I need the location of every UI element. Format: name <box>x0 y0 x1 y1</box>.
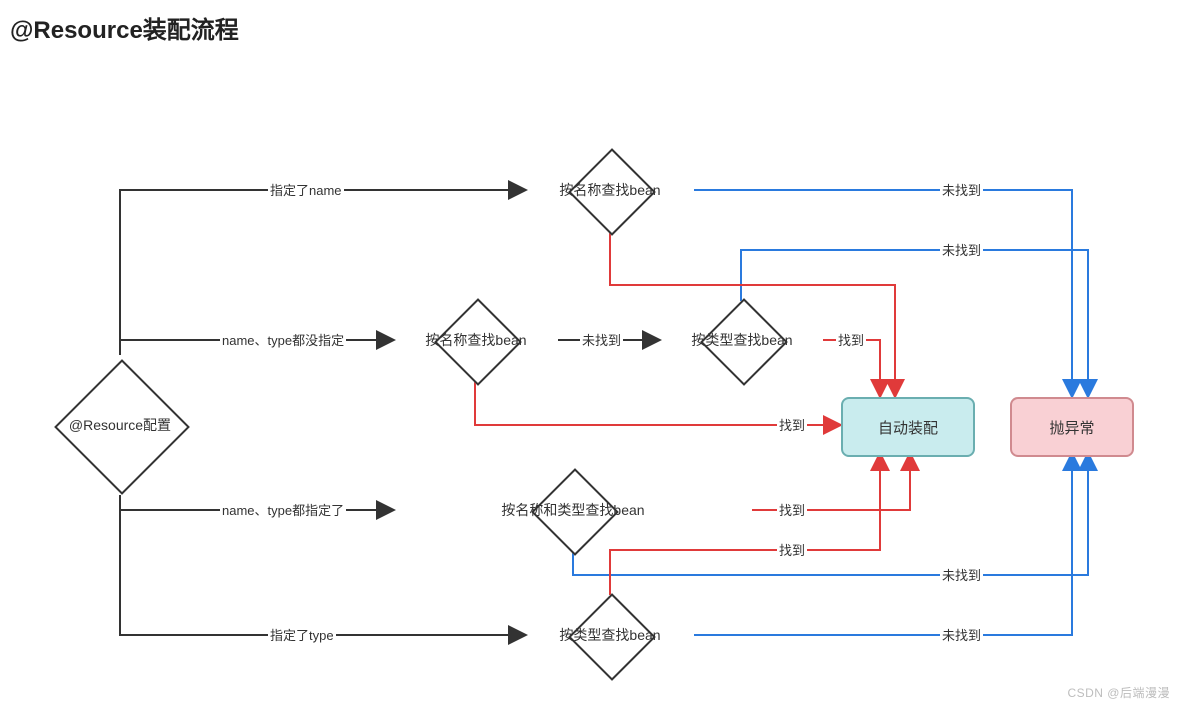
node-search-by-name-and-type-label: 按名称和类型查找bean <box>501 500 644 520</box>
node-search-by-type-2-label: 按类型查找bean <box>559 625 660 645</box>
edge-label-notfound-5: 未找到 <box>940 625 983 644</box>
node-auto-wire: 自动装配 <box>841 397 975 457</box>
flowchart-canvas: @Resource配置 按名称查找bean 按名称查找bean 按类型查找bea… <box>0 45 1184 705</box>
node-throw-exception-label: 抛异常 <box>1049 417 1094 438</box>
watermark: CSDN @后端漫漫 <box>1067 684 1170 701</box>
node-root-label: @Resource配置 <box>69 415 171 435</box>
edge-label-notfound-2: 未找到 <box>940 240 983 259</box>
node-root: @Resource配置 <box>40 355 200 495</box>
edge-label-found-2: 找到 <box>836 330 866 349</box>
edge-label-found-1: 找到 <box>777 415 807 434</box>
node-search-by-name-1: 按名称查找bean <box>526 151 694 229</box>
node-throw-exception: 抛异常 <box>1010 397 1134 457</box>
edge-label-specified-type: 指定了type <box>268 625 336 644</box>
edge-label-found-4: 找到 <box>777 540 807 559</box>
node-search-by-name-2: 按名称查找bean <box>394 301 558 379</box>
node-search-by-type-1-label: 按类型查找bean <box>691 330 792 350</box>
edge-label-specified-name: 指定了name <box>268 180 344 199</box>
edge-label-notfound-3: 未找到 <box>580 330 623 349</box>
edge-label-found-3: 找到 <box>777 500 807 519</box>
node-search-by-type-2: 按类型查找bean <box>526 596 694 674</box>
page-title: @Resource装配流程 <box>10 10 1184 45</box>
edge-label-none-specified: name、type都没指定 <box>220 330 346 349</box>
node-search-by-name-and-type: 按名称和类型查找bean <box>394 470 752 550</box>
edge-label-notfound-4: 未找到 <box>940 565 983 584</box>
node-auto-wire-label: 自动装配 <box>878 417 938 438</box>
edge-label-notfound-1: 未找到 <box>940 180 983 199</box>
node-search-by-name-1-label: 按名称查找bean <box>559 180 660 200</box>
node-search-by-type-1: 按类型查找bean <box>660 301 824 379</box>
edge-label-both-specified: name、type都指定了 <box>220 500 346 519</box>
node-search-by-name-2-label: 按名称查找bean <box>425 330 526 350</box>
